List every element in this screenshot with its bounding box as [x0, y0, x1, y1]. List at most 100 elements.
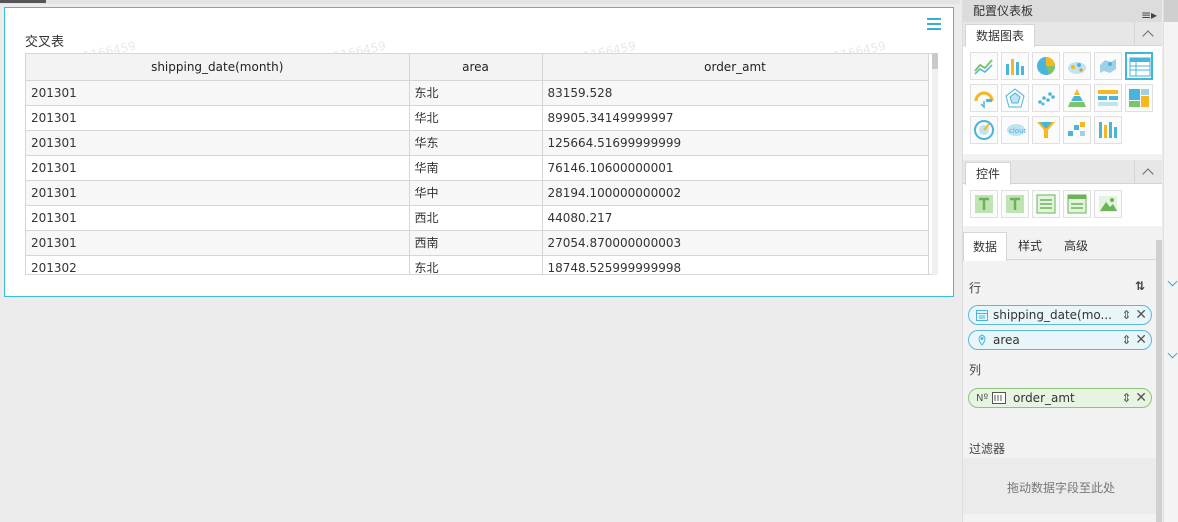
crosstab-widget[interactable]: 交叉表 136111166459 136111166459 1361111664… — [4, 7, 954, 297]
chart-type-grid: cloud — [963, 46, 1162, 154]
cell-shipping-date: 201301 — [26, 205, 410, 231]
panel-menu-icon[interactable]: ≡▸ — [1141, 8, 1157, 22]
tree-control-icon[interactable] — [1063, 190, 1091, 218]
cell-shipping-date: 201301 — [26, 80, 410, 106]
column-header-shipping-date[interactable]: shipping_date(month) — [26, 54, 410, 81]
panel-scrollbar[interactable] — [1156, 240, 1162, 522]
column-field-pill[interactable]: Nº order_amt ⇕ ✕ — [968, 388, 1152, 408]
table-row: 201301 华南 76146.10600000001 — [26, 155, 929, 181]
tab-advanced[interactable]: 高级 — [1055, 232, 1097, 260]
line-chart-icon[interactable] — [970, 52, 998, 80]
sort-toggle-icon[interactable]: ⇕ — [1121, 333, 1131, 347]
cell-order-amt: 83159.528 — [542, 80, 929, 106]
column-header-order-amt[interactable]: order_amt — [542, 54, 929, 81]
row-field-pill[interactable]: area ⇕ ✕ — [968, 330, 1152, 350]
gauge-icon[interactable] — [970, 84, 998, 112]
cell-shipping-date: 201301 — [26, 230, 410, 256]
filter-label: 过滤器 — [969, 442, 1006, 456]
cell-area: 西北 — [409, 205, 543, 231]
widget-menu-icon[interactable] — [927, 18, 941, 30]
table-row: 201302 东北 18748.525999999998 — [26, 255, 929, 274]
treemap-icon[interactable] — [1125, 84, 1153, 112]
table-row: 201301 华中 28194.100000000002 — [26, 180, 929, 206]
chevron-down-icon[interactable] — [1167, 348, 1178, 359]
cell-order-amt: 125664.51699999999 — [542, 130, 929, 156]
table-row: 201301 西南 27054.870000000003 — [26, 230, 929, 256]
pie-chart-icon[interactable] — [1032, 52, 1060, 80]
location-pin-icon — [978, 334, 986, 346]
table-scrollbar[interactable] — [932, 53, 938, 275]
scatter-icon[interactable] — [1032, 84, 1060, 112]
charts-section-header: 数据图表 — [963, 22, 1162, 47]
row-field-label: shipping_date(mo... — [993, 308, 1112, 322]
sort-icon[interactable]: ⇅ — [1135, 279, 1145, 293]
select-control-icon[interactable] — [970, 190, 998, 218]
scatter-map-icon[interactable] — [1063, 52, 1091, 80]
column-field-label: order_amt — [1013, 391, 1075, 405]
remove-icon[interactable]: ✕ — [1135, 390, 1147, 406]
columns-label: 列 — [969, 363, 982, 377]
cell-area: 华南 — [409, 155, 543, 181]
table-row: 201301 西北 44080.217 — [26, 205, 929, 231]
sum-measure-icon — [992, 392, 1006, 404]
row-field-label: area — [993, 333, 1020, 347]
cell-area: 华北 — [409, 105, 543, 131]
crosstab-table: shipping_date(month) area order_amt 2013… — [25, 53, 933, 275]
heatmap-icon[interactable] — [1063, 116, 1091, 144]
chevron-up-icon[interactable] — [1134, 22, 1162, 46]
tab-style[interactable]: 样式 — [1009, 232, 1051, 260]
kpi-icon[interactable] — [1094, 84, 1122, 112]
control-grid — [963, 184, 1162, 226]
filter-funnel-icon[interactable] — [1032, 116, 1060, 144]
calendar-icon — [976, 310, 988, 321]
text-control-icon[interactable] — [1001, 190, 1029, 218]
widget-title: 交叉表 — [25, 35, 65, 50]
chevron-down-icon[interactable] — [1167, 276, 1178, 287]
radar-icon[interactable] — [1001, 84, 1029, 112]
crosstab-icon[interactable] — [1125, 52, 1153, 80]
map-icon[interactable] — [1094, 52, 1122, 80]
row-field-pill[interactable]: shipping_date(mo... ⇕ ✕ — [968, 305, 1152, 325]
cell-shipping-date: 201302 — [26, 255, 410, 274]
rows-label: 行 — [969, 281, 982, 295]
list-control-icon[interactable] — [1032, 190, 1060, 218]
table-row: 201301 华东 125664.51699999999 — [26, 130, 929, 156]
bar-chart-icon[interactable] — [1001, 52, 1029, 80]
svg-text:cloud: cloud — [1009, 127, 1026, 135]
number-icon: Nº — [976, 393, 989, 404]
funnel-icon[interactable] — [1063, 84, 1091, 112]
word-cloud-icon[interactable]: cloud — [1001, 116, 1029, 144]
remove-icon[interactable]: ✕ — [1135, 332, 1147, 348]
cell-order-amt: 44080.217 — [542, 205, 929, 231]
cell-area: 东北 — [409, 80, 543, 106]
table-icon[interactable] — [1094, 116, 1122, 144]
tab-data[interactable]: 数据 — [963, 232, 1008, 261]
controls-section-header: 控件 — [963, 160, 1162, 185]
cell-area: 东北 — [409, 255, 543, 274]
table-row: 201301 华北 89905.34149999997 — [26, 105, 929, 131]
column-header-area[interactable]: area — [409, 54, 543, 81]
config-panel: 配置仪表板 数据图表 cloud 控件 数据 样式 高级 行 ⇅ shippin… — [962, 0, 1162, 522]
sort-toggle-icon[interactable]: ⇕ — [1121, 391, 1131, 405]
image-control-icon[interactable] — [1094, 190, 1122, 218]
cell-order-amt: 76146.10600000001 — [542, 155, 929, 181]
cell-order-amt: 89905.34149999997 — [542, 105, 929, 131]
remove-icon[interactable]: ✕ — [1135, 307, 1147, 323]
drop-hint: 拖动数据字段至此处 — [1006, 481, 1115, 495]
sort-toggle-icon[interactable]: ⇕ — [1121, 308, 1131, 322]
cell-shipping-date: 201301 — [26, 130, 410, 156]
table-row: 201301 东北 83159.528 — [26, 80, 929, 106]
chevron-up-icon[interactable] — [1134, 160, 1162, 184]
tab-charts[interactable]: 数据图表 — [965, 24, 1036, 47]
tab-controls[interactable]: 控件 — [965, 162, 1012, 185]
filter-drop-zone[interactable]: 拖动数据字段至此处 — [963, 458, 1159, 514]
cell-area: 西南 — [409, 230, 543, 256]
cell-shipping-date: 201301 — [26, 105, 410, 131]
cell-shipping-date: 201301 — [26, 155, 410, 181]
data-tabs: 数据 样式 高级 — [963, 232, 1162, 261]
side-edge-panel — [1163, 0, 1178, 522]
panel-title: 配置仪表板 — [963, 0, 1162, 22]
cell-area: 华东 — [409, 130, 543, 156]
dashboard-gauge-icon[interactable] — [970, 116, 998, 144]
cell-order-amt: 28194.100000000002 — [542, 180, 929, 206]
